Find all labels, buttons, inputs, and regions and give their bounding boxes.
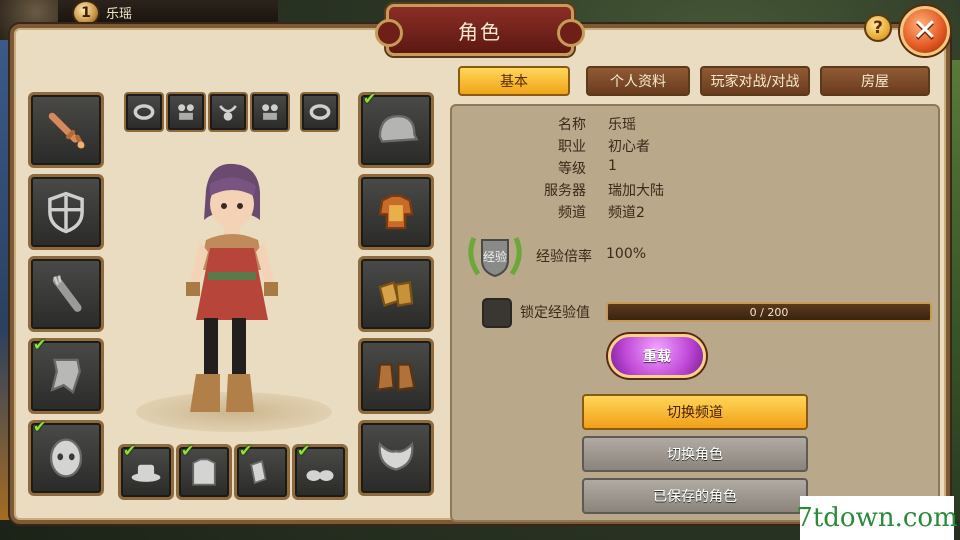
equipped-check-icon: ✔ (363, 89, 377, 108)
weapon-slot[interactable] (28, 92, 104, 168)
tab-pvp[interactable]: 玩家对战/对战 (700, 66, 810, 96)
info-row-channel: 频道 频道2 (452, 202, 938, 224)
saved-characters-button[interactable]: 已保存的角色 (582, 478, 808, 514)
helmet-slot[interactable]: ✔ (358, 89, 434, 168)
cape-icon (50, 358, 81, 394)
info-row-class: 职业 初心者 (452, 136, 938, 158)
ring-icon (133, 104, 155, 120)
shield-slot[interactable] (28, 174, 104, 250)
info-value: 频道2 (608, 205, 645, 221)
hat-outfit-slot[interactable]: ✔ (118, 441, 174, 500)
exp-badge-text: 经验 (483, 249, 507, 264)
exp-progress-text: 0 / 200 (749, 305, 789, 319)
info-label: 等级 (558, 161, 586, 177)
earring-icon (262, 104, 278, 120)
tab-house[interactable]: 房屋 (820, 66, 930, 96)
character-model[interactable] (170, 160, 290, 424)
equipped-check-icon: ✔ (33, 417, 47, 436)
shield-icon (48, 191, 84, 234)
pendant-slot[interactable] (208, 92, 248, 132)
ring-slot-left[interactable] (124, 92, 164, 132)
ring-icon (309, 104, 331, 120)
exp-progress-bar: 0 / 200 (606, 302, 932, 322)
lock-exp-label: 锁定经验值 (520, 305, 590, 321)
info-row-server: 服务器 瑞加大陆 (452, 180, 938, 202)
wings-icon (378, 441, 414, 471)
gauntlet-slot[interactable] (358, 256, 434, 332)
pendant-icon (219, 105, 237, 121)
info-value: 初心者 (608, 139, 650, 155)
boots-slot[interactable] (358, 338, 434, 414)
window-title-plate: 角色 (375, 4, 585, 56)
sword-icon (48, 112, 85, 149)
equipped-check-icon: ✔ (33, 335, 47, 354)
armor-slot[interactable] (358, 174, 434, 250)
cape-slot[interactable]: ✔ (28, 335, 104, 414)
window-title: 角色 (458, 19, 502, 44)
mask-icon (49, 438, 83, 478)
equipped-check-icon: ✔ (123, 441, 137, 460)
exp-laurel-icon: 经验 (468, 236, 522, 278)
switch-channel-button[interactable]: 切换频道 (582, 394, 808, 430)
info-label: 频道 (558, 205, 586, 221)
tab-basic[interactable]: 基本 (458, 66, 570, 96)
info-row-level: 等级 1 (452, 158, 938, 180)
switch-character-button[interactable]: 切换角色 (582, 436, 808, 472)
wings-slot[interactable] (358, 420, 434, 496)
helmet-icon (378, 115, 419, 143)
mask-slot[interactable]: ✔ (28, 417, 104, 496)
boots-icon (376, 363, 416, 392)
earring-slot-right[interactable] (250, 92, 290, 132)
earring-slot-left[interactable] (166, 92, 206, 132)
player-level-badge: 1 (72, 0, 100, 26)
equipped-check-icon: ✔ (297, 441, 311, 460)
tab-profile[interactable]: 个人资料 (586, 66, 690, 96)
reload-button[interactable]: 重载 (608, 334, 706, 378)
exp-rate-value: 100% (606, 246, 647, 262)
player-name: 乐瑶 (106, 7, 133, 22)
ring-slot-right[interactable] (300, 92, 340, 132)
help-button[interactable]: ? (864, 14, 892, 42)
info-value: 瑞加大陆 (608, 183, 664, 199)
gloves-outfit-slot[interactable]: ✔ (234, 441, 290, 500)
close-button[interactable]: ✕ (900, 6, 950, 56)
shoes-outfit-slot[interactable]: ✔ (292, 441, 348, 500)
lock-exp-checkbox[interactable] (482, 298, 512, 328)
info-value: 乐瑶 (608, 117, 636, 133)
earring-icon (178, 104, 194, 120)
quiver-slot[interactable] (28, 256, 104, 332)
quiver-icon (52, 275, 82, 312)
info-label: 职业 (558, 139, 586, 155)
info-value: 1 (608, 158, 617, 174)
shirt-outfit-slot[interactable]: ✔ (176, 441, 232, 500)
equipped-check-icon: ✔ (239, 441, 253, 460)
equipped-check-icon: ✔ (181, 441, 195, 460)
info-label: 服务器 (544, 183, 586, 199)
gloves-icon (378, 281, 414, 307)
exp-rate-label: 经验倍率 (536, 249, 592, 265)
site-watermark: 7tdown.com (796, 496, 958, 540)
info-label: 名称 (558, 117, 586, 133)
close-icon: ✕ (912, 13, 938, 48)
info-row-name: 名称 乐瑶 (452, 114, 938, 136)
armor-icon (378, 194, 414, 230)
